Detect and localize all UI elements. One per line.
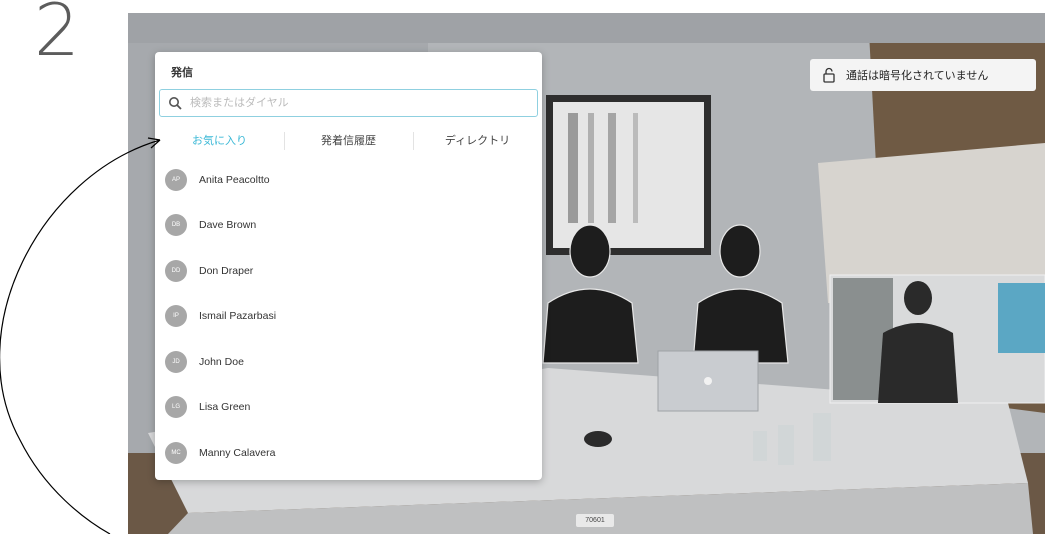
avatar: MC (165, 441, 187, 464)
step-number: 2 (34, 0, 80, 72)
panel-title: 発信 (171, 67, 193, 79)
contact-list: AP Anita Peacoltto DB Dave Brown DD Don … (155, 157, 542, 476)
search-icon (169, 97, 182, 110)
avatar: DD (165, 259, 187, 282)
tab-directory[interactable]: ディレクトリ (413, 129, 542, 153)
contact-name: Ismail Pazarbasi (199, 310, 277, 323)
avatar: IP (165, 305, 187, 328)
contact-item[interactable]: AP Anita Peacoltto (155, 157, 542, 203)
contact-item[interactable]: DD Don Draper (155, 248, 542, 294)
contact-item[interactable]: DB Dave Brown (155, 203, 542, 249)
contact-name: John Doe (199, 355, 244, 368)
lock-icon (823, 67, 835, 83)
contact-item[interactable]: IP Ismail Pazarbasi (155, 294, 542, 340)
avatar: AP (165, 168, 187, 191)
search-box[interactable] (159, 89, 538, 117)
avatar: LG (165, 396, 187, 419)
contact-name: Lisa Green (199, 401, 251, 414)
contact-name: Anita Peacoltto (199, 173, 270, 186)
encryption-status-badge: 通話は暗号化されていません (810, 59, 1036, 91)
contact-item[interactable]: MC Manny Calavera (155, 430, 542, 476)
encryption-status-text: 通話は暗号化されていません (846, 70, 989, 82)
call-panel: 発信 お気に入り 発着信履歴 ディレクトリ AP Anita Peacoltto… (155, 52, 542, 480)
contact-name: Manny Calavera (199, 446, 276, 459)
search-input[interactable] (188, 96, 537, 110)
tab-recents[interactable]: 発着信履歴 (284, 129, 413, 153)
call-id-label: 70601 (576, 514, 614, 527)
contact-name: Don Draper (199, 264, 254, 277)
tab-bar: お気に入り 発着信履歴 ディレクトリ (155, 129, 542, 153)
avatar: JD (165, 350, 187, 373)
contact-item[interactable]: LG Lisa Green (155, 385, 542, 431)
contact-name: Dave Brown (199, 219, 257, 232)
avatar: DB (165, 214, 187, 237)
contact-item[interactable]: JD John Doe (155, 339, 542, 385)
tab-favorites[interactable]: お気に入り (155, 129, 284, 153)
